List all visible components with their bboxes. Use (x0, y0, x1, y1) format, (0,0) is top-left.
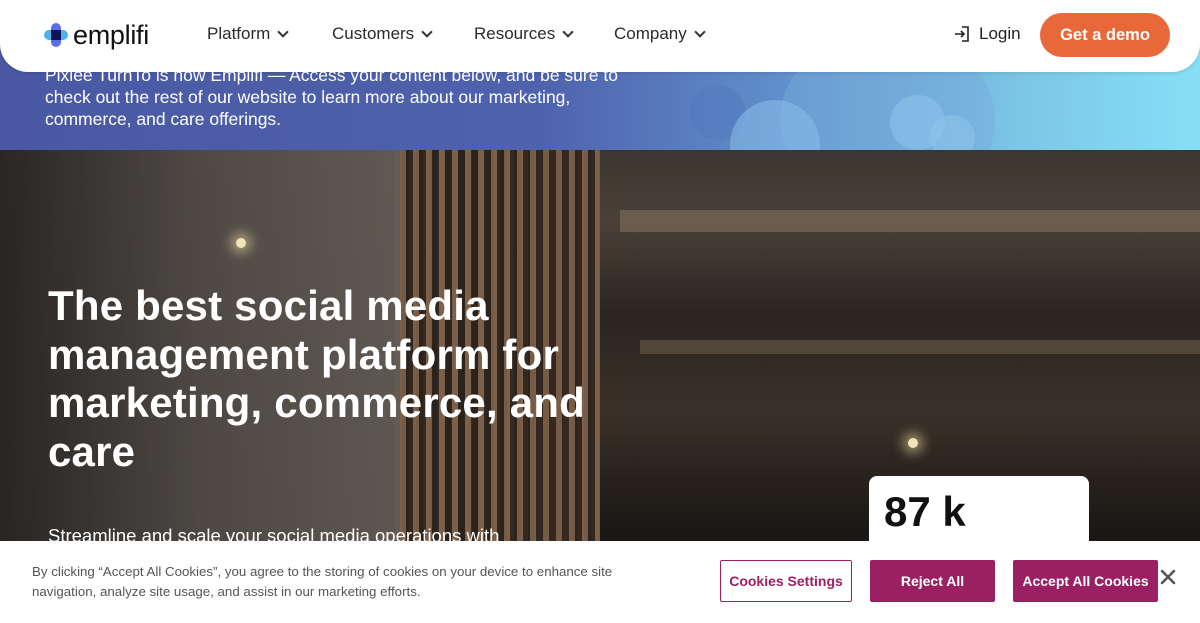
nav-item-label: Resources (474, 24, 556, 43)
nav-item-label: Company (614, 24, 687, 43)
nav-item-platform[interactable]: Platform (207, 24, 289, 44)
background-detail (640, 340, 1200, 354)
nav-item-company[interactable]: Company (614, 24, 706, 44)
cookie-banner: By clicking “Accept All Cookies”, you ag… (0, 541, 1200, 623)
get-demo-button[interactable]: Get a demo (1040, 13, 1170, 57)
login-link[interactable]: Login (954, 24, 1021, 44)
reject-all-button[interactable]: Reject All (870, 560, 995, 602)
logo[interactable]: emplifi (44, 20, 149, 50)
nav-item-label: Customers (332, 24, 415, 43)
nav-item-customers[interactable]: Customers (332, 24, 433, 44)
background-detail (620, 210, 1200, 232)
logo-text: emplifi (73, 20, 149, 50)
chevron-down-icon (694, 25, 706, 38)
lamp-light (236, 238, 246, 248)
accept-all-cookies-button[interactable]: Accept All Cookies (1013, 560, 1158, 602)
emplifi-logo-icon (44, 22, 68, 48)
cookie-text: By clicking “Accept All Cookies”, you ag… (32, 564, 613, 599)
navbar: emplifi Platform Customers Resources Com… (0, 0, 1200, 72)
nav-item-resources[interactable]: Resources (474, 24, 574, 44)
chevron-down-icon (277, 25, 289, 38)
chevron-down-icon (562, 25, 574, 38)
stat-value: 87 k (884, 488, 966, 535)
close-icon[interactable] (1158, 567, 1178, 587)
chevron-down-icon (421, 25, 433, 38)
nav-item-label: Platform (207, 24, 271, 43)
lamp-light (908, 438, 918, 448)
cookies-settings-button[interactable]: Cookies Settings (720, 560, 852, 602)
login-label: Login (979, 24, 1021, 43)
banner-text: Pixlee TurnTo is now Emplifi — Access yo… (45, 65, 618, 129)
login-icon (955, 26, 969, 42)
hero-headline: The best social media management platfor… (48, 282, 585, 475)
